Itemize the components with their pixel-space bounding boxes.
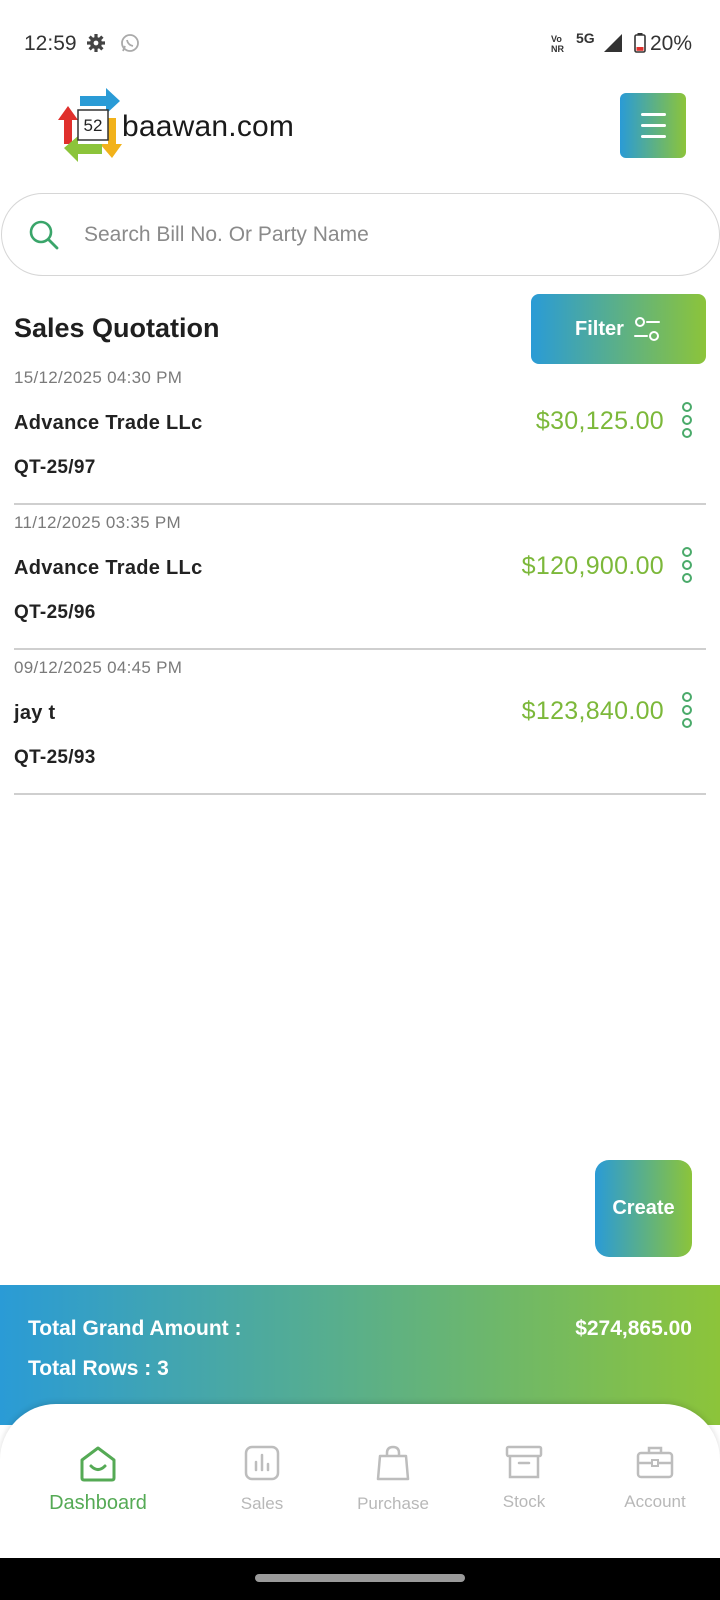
filter-button[interactable]: Filter — [531, 294, 706, 364]
chart-icon — [244, 1445, 280, 1481]
network-type: 5G — [576, 30, 595, 46]
bill-number: QT-25/97 — [14, 457, 96, 478]
whatsapp-icon — [121, 34, 139, 52]
home-gesture-handle[interactable] — [255, 1574, 465, 1582]
bill-number: QT-25/96 — [14, 602, 96, 623]
system-nav-bar — [0, 1558, 720, 1600]
menu-button[interactable] — [620, 93, 686, 158]
party-name: jay t — [14, 702, 56, 724]
quotation-amount: $30,125.00 — [535, 407, 664, 435]
nav-item-dashboard[interactable]: Dashboard — [33, 1444, 163, 1515]
more-options-icon[interactable] — [680, 547, 694, 587]
more-options-icon[interactable] — [680, 692, 694, 732]
battery-percent: 20% — [650, 32, 693, 55]
nav-item-stock[interactable]: Stock — [459, 1444, 589, 1512]
search-input[interactable] — [84, 214, 674, 256]
home-icon — [80, 1446, 116, 1482]
list-item[interactable]: 11/12/2025 03:35 PM Advance Trade LLc QT… — [14, 505, 706, 650]
quotation-list: 15/12/2025 04:30 PM Advance Trade LLc QT… — [14, 360, 706, 795]
more-options-icon[interactable] — [680, 402, 694, 442]
hamburger-icon — [641, 113, 666, 116]
nav-item-purchase[interactable]: Purchase — [328, 1444, 458, 1514]
party-name: Advance Trade LLc — [14, 557, 203, 579]
quotation-amount: $120,900.00 — [521, 552, 664, 580]
search-icon — [29, 220, 59, 250]
brand-name: baawan.com — [122, 110, 295, 143]
volte-indicator: Vo NR — [551, 34, 564, 54]
sliders-icon — [634, 317, 660, 341]
battery-icon — [634, 33, 646, 53]
list-item[interactable]: 15/12/2025 04:30 PM Advance Trade LLc QT… — [14, 360, 706, 505]
svg-text:52: 52 — [84, 116, 103, 135]
bottom-nav: Dashboard Sales Purchase Stock Account — [0, 1404, 720, 1558]
status-bar: 12:59 Vo NR 5G 20% — [0, 0, 720, 88]
bill-number: QT-25/93 — [14, 747, 96, 768]
page-title: Sales Quotation — [14, 313, 220, 343]
nav-item-account[interactable]: Account — [590, 1444, 720, 1512]
search-bar[interactable] — [1, 193, 720, 276]
total-rows: Total Rows : 3 — [28, 1357, 169, 1380]
app-logo: 52 baawan.com — [54, 88, 294, 164]
create-button[interactable]: Create — [595, 1160, 692, 1257]
filter-label: Filter — [575, 318, 624, 340]
total-grand-label: Total Grand Amount : — [28, 1317, 242, 1340]
quotation-date: 15/12/2025 04:30 PM — [14, 368, 183, 387]
list-item[interactable]: 09/12/2025 04:45 PM jay t QT-25/93 $123,… — [14, 650, 706, 795]
briefcase-icon — [636, 1446, 674, 1479]
status-time: 12:59 — [24, 32, 77, 55]
logo-mark-icon: 52 — [58, 88, 122, 162]
quotation-date: 11/12/2025 03:35 PM — [14, 513, 182, 532]
nav-item-sales[interactable]: Sales — [197, 1444, 327, 1514]
archive-icon — [505, 1445, 543, 1479]
party-name: Advance Trade LLc — [14, 412, 203, 434]
gear-icon — [87, 34, 105, 52]
quotation-amount: $123,840.00 — [521, 697, 664, 725]
bag-icon — [376, 1445, 410, 1481]
total-grand-value: $274,865.00 — [575, 1317, 692, 1340]
signal-icon — [604, 34, 622, 52]
quotation-date: 09/12/2025 04:45 PM — [14, 658, 183, 677]
